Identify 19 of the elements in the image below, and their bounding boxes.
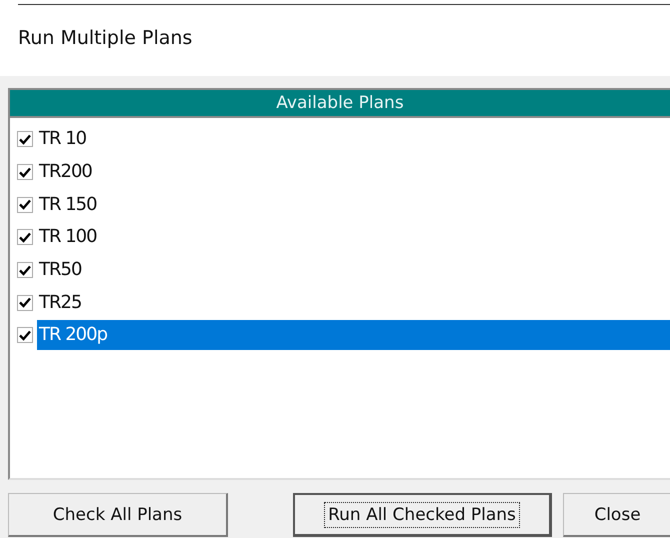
plan-item[interactable]: TR200 (37, 157, 670, 188)
plan-item[interactable]: TR25 (37, 288, 670, 318)
checkbox[interactable] (17, 196, 33, 213)
checkbox[interactable] (17, 294, 33, 311)
checkbox[interactable] (17, 164, 33, 180)
plan-item[interactable]: TR 200p (37, 320, 670, 350)
dialog-button[interactable]: Check All Plans (8, 493, 228, 537)
dialog-button[interactable]: Run All Checked Plans (293, 493, 552, 537)
dialog-title: Run Multiple Plans (17, 26, 194, 51)
plan-item[interactable]: TR 10 (37, 124, 670, 154)
checkbox[interactable] (17, 229, 33, 246)
plan-item[interactable]: TR 100 (37, 222, 670, 252)
plan-item[interactable]: TR50 (37, 255, 670, 286)
plan-item[interactable]: TR 150 (37, 190, 670, 220)
list-header: Available Plans (10, 90, 670, 118)
checkbox[interactable] (17, 327, 33, 344)
checkbox[interactable] (17, 131, 33, 148)
dialog-button[interactable]: Close (563, 493, 670, 537)
checkbox[interactable] (17, 262, 33, 278)
